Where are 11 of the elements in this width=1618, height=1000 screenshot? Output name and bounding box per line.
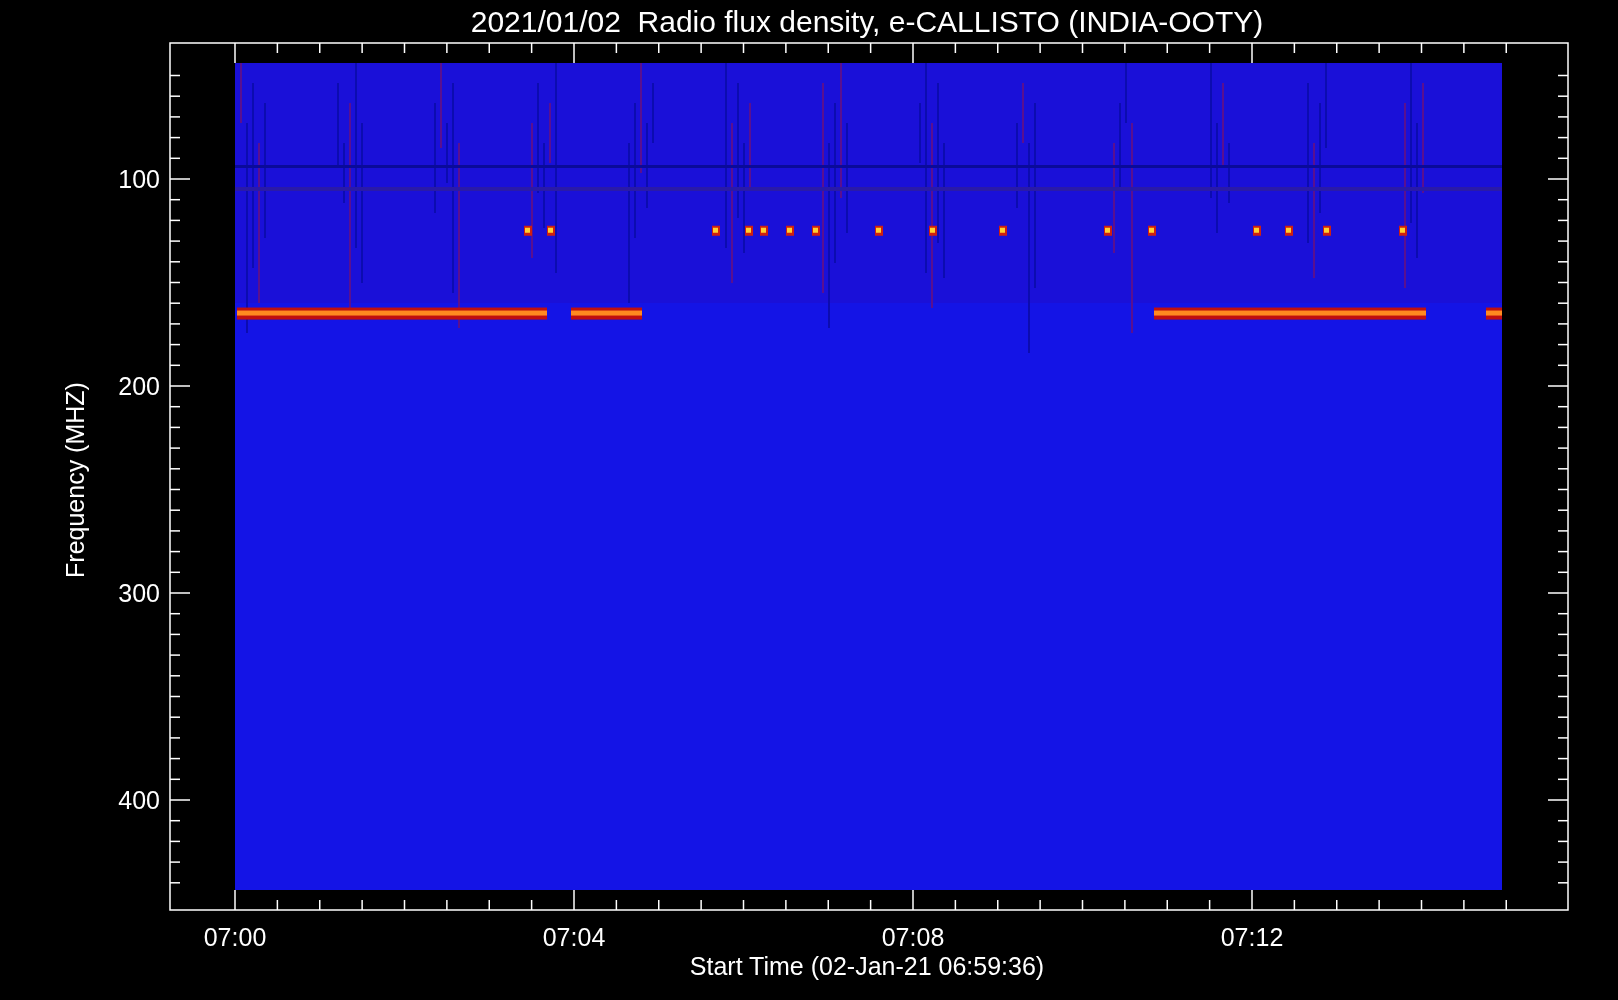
chart-title: 2021/01/02 Radio flux density, e-CALLISTO (INDIA-OOTY) xyxy=(470,5,1264,38)
y-tick-label: 400 xyxy=(118,786,160,814)
y-tick-label: 200 xyxy=(118,372,160,400)
y-tick-label: 300 xyxy=(118,579,160,607)
x-axis-label: Start Time (02-Jan-21 06:59:36) xyxy=(689,952,1045,980)
x-tick-label: 07:08 xyxy=(881,923,945,951)
x-tick-label: 07:04 xyxy=(542,923,606,951)
y-axis-label: Frequency (MHZ) xyxy=(61,382,89,578)
y-tick-label: 100 xyxy=(118,165,160,193)
x-tick-label: 07:12 xyxy=(1220,923,1284,951)
x-tick-label: 07:00 xyxy=(203,923,267,951)
